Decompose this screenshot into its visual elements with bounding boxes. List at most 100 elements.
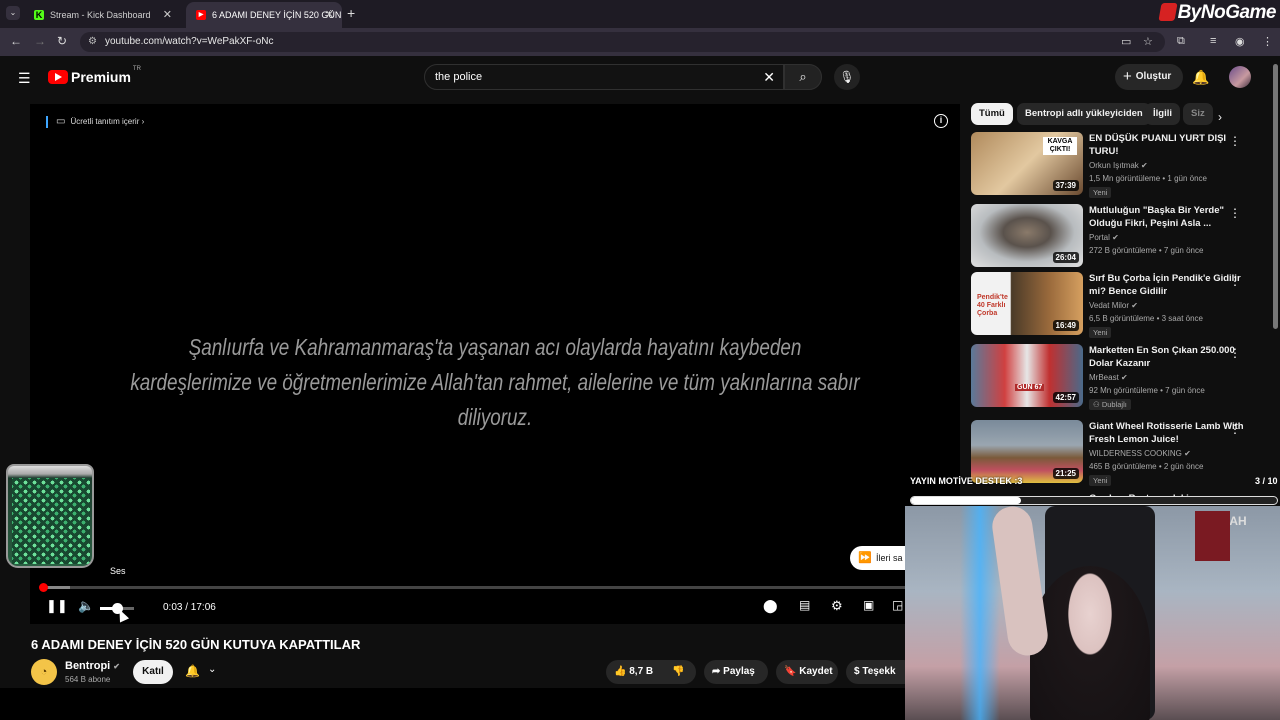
chip-all[interactable]: Tümü bbox=[971, 103, 1013, 125]
user-avatar[interactable] bbox=[1229, 66, 1251, 88]
subscription-bell-icon[interactable]: 🔔 bbox=[185, 664, 200, 678]
youtube-premium-logo[interactable]: Premium TR bbox=[48, 66, 141, 85]
notifications-bell-icon[interactable]: 🔔 bbox=[1192, 69, 1209, 86]
site-settings-icon[interactable]: ⚙ bbox=[88, 32, 97, 52]
channel-avatar[interactable]: ◔ bbox=[31, 659, 57, 685]
channel-name: WILDERNESS COOKING ✔ bbox=[1089, 449, 1191, 458]
forward-arrow-icon[interactable]: → bbox=[34, 34, 46, 48]
save-button[interactable]: 🔖 Kaydet bbox=[776, 660, 838, 684]
bookmark-star-icon[interactable]: ☆ bbox=[1143, 35, 1153, 48]
video-title: 6 ADAMI DENEY İÇİN 520 GÜN KUTUYA KAPATT… bbox=[31, 637, 361, 652]
verified-check-icon: ✔ bbox=[113, 662, 120, 671]
tab-youtube-video[interactable]: ▶ 6 ADAMI DENEY İÇİN 520 GÜN ✕ bbox=[186, 2, 342, 28]
subtitles-icon[interactable]: ▤ bbox=[799, 598, 810, 612]
share-button[interactable]: ➦ Paylaş bbox=[704, 660, 768, 684]
video-title: EN DÜŞÜK PUANLI YURT DIŞI TURU! bbox=[1089, 133, 1227, 157]
close-tab-icon[interactable]: ✕ bbox=[163, 8, 172, 21]
info-icon[interactable]: i bbox=[934, 114, 948, 128]
thumbs-down-icon[interactable]: 👎 bbox=[672, 660, 684, 684]
page-scrollbar[interactable] bbox=[1271, 56, 1280, 506]
address-bar[interactable]: ⚙ youtube.com/watch?v=WePakXF-oNc bbox=[80, 32, 1165, 52]
chevron-down-icon[interactable]: ⌄ bbox=[208, 664, 216, 675]
media-controls-icon[interactable]: ≡ bbox=[1210, 35, 1216, 47]
menu-kebab-icon[interactable]: ⋮ bbox=[1262, 35, 1273, 48]
clear-search-icon[interactable]: ✕ bbox=[763, 65, 775, 89]
voice-search-mic-icon[interactable]: 🎙 bbox=[834, 64, 860, 90]
search-input[interactable]: the police ✕ bbox=[424, 64, 784, 90]
like-button[interactable]: 👍 8,7 B 👎 bbox=[606, 660, 696, 684]
more-options-icon[interactable]: ⋮ bbox=[1229, 346, 1241, 360]
search-query: the police bbox=[435, 71, 483, 83]
volume-icon[interactable]: 🔈 bbox=[78, 598, 94, 614]
chip-from-uploader[interactable]: Bentropi adlı yükleyiciden bbox=[1017, 103, 1151, 125]
search-icon: ⌕ bbox=[799, 69, 807, 84]
video-thumbnail[interactable]: GÜN 67 42:57 bbox=[971, 344, 1083, 407]
reload-icon[interactable]: ↻ bbox=[57, 34, 67, 48]
stream-goal-count: 3 / 10 bbox=[1255, 476, 1278, 486]
video-player[interactable]: ▭ Ücretli tanıtım içerir › i Şanlıurfa ve… bbox=[30, 104, 960, 624]
create-button[interactable]: + Oluştur bbox=[1115, 64, 1183, 90]
video-thumbnail[interactable]: 21:25 bbox=[971, 420, 1083, 483]
back-arrow-icon[interactable]: ← bbox=[10, 34, 22, 48]
extensions-icon[interactable]: ⧉ bbox=[1177, 35, 1185, 48]
settings-gear-icon[interactable]: ⚙ bbox=[831, 598, 843, 614]
thumbnail-text: Pendik'te 40 Farklı Çorba bbox=[977, 294, 1008, 317]
more-options-icon[interactable]: ⋮ bbox=[1229, 422, 1241, 436]
video-duration: 26:04 bbox=[1052, 252, 1079, 263]
plus-icon: + bbox=[1123, 68, 1132, 85]
related-video[interactable]: Pendik'te 40 Farklı Çorba 16:49 Sırf Bu … bbox=[971, 272, 1267, 338]
youtube-favicon-icon: ▶ bbox=[196, 10, 206, 20]
more-options-icon[interactable]: ⋮ bbox=[1229, 274, 1241, 288]
video-title: Sırf Bu Çorba İçin Pendik'e Gidilir mi? … bbox=[1089, 273, 1241, 297]
bookmark-icon: 🔖 bbox=[784, 666, 797, 677]
verified-check-icon: ✔ bbox=[1131, 301, 1138, 310]
tab-search-dropdown-icon[interactable]: ⌄ bbox=[6, 6, 20, 20]
chip-related[interactable]: İlgili bbox=[1145, 103, 1180, 125]
miniplayer-icon[interactable]: ▣ bbox=[863, 598, 874, 612]
more-options-icon[interactable]: ⋮ bbox=[1229, 134, 1241, 148]
youtube-play-logo-icon bbox=[48, 70, 68, 84]
related-video[interactable]: KAVGA ÇIKTI! 37:39 EN DÜŞÜK PUANLI YURT … bbox=[971, 132, 1267, 198]
more-options-icon[interactable]: ⋮ bbox=[1229, 206, 1241, 220]
cast-icon[interactable]: ◲ bbox=[892, 598, 903, 612]
close-tab-icon[interactable]: ✕ bbox=[325, 8, 334, 21]
thanks-icon: $ bbox=[854, 666, 860, 677]
chip-for-you[interactable]: Siz bbox=[1183, 103, 1213, 125]
video-thumbnail[interactable]: KAVGA ÇIKTI! 37:39 bbox=[971, 132, 1083, 195]
video-meta: 272 B görüntüleme • 7 gün önce bbox=[1089, 246, 1204, 255]
video-thumbnail[interactable]: 26:04 bbox=[971, 204, 1083, 267]
join-button[interactable]: Katıl bbox=[133, 660, 173, 684]
profile-icon[interactable]: ◉ bbox=[1235, 35, 1245, 48]
share-arrow-icon: ➦ bbox=[712, 666, 721, 677]
verified-check-icon: ✔ bbox=[1184, 449, 1191, 458]
subscriber-count: 564 B abone bbox=[65, 675, 111, 684]
time-display: 0:03 / 17:06 bbox=[163, 602, 216, 613]
scrollbar-thumb[interactable] bbox=[1273, 64, 1278, 329]
dubbed-badge: ⚇ Dublajlı bbox=[1089, 399, 1131, 410]
pause-icon[interactable]: ❚❚ bbox=[46, 598, 68, 614]
bynogame-logo-icon bbox=[1157, 3, 1178, 21]
stream-goal-bar bbox=[910, 496, 1278, 505]
stream-goal-label: YAYIN MOTİVE DESTEK :3 bbox=[910, 476, 1023, 486]
related-video[interactable]: 26:04 Mutluluğun "Başka Bir Yerde" Olduğ… bbox=[971, 204, 1267, 270]
chips-next-chevron-icon[interactable]: › bbox=[1218, 110, 1222, 124]
thumbnail-text: KAVGA ÇIKTI! bbox=[1043, 137, 1077, 155]
channel-name[interactable]: Bentropi ✔ bbox=[65, 660, 120, 672]
hamburger-menu-icon[interactable]: ☰ bbox=[18, 70, 31, 87]
scrubber-handle[interactable] bbox=[38, 583, 48, 592]
progress-bar[interactable] bbox=[38, 583, 910, 592]
paid-promotion-label[interactable]: ▭ Ücretli tanıtım içerir › bbox=[46, 116, 144, 128]
bead-jar-overlay bbox=[6, 464, 94, 568]
cast-icon[interactable]: ▭ bbox=[1121, 35, 1131, 48]
video-frame-text: Şanlıurfa ve Kahramanmaraş'ta yaşanan ac… bbox=[130, 334, 860, 430]
autoplay-toggle-icon[interactable]: ⬤ bbox=[763, 598, 778, 614]
dubbed-icon: ⚇ bbox=[1093, 400, 1102, 409]
search-button[interactable]: ⌕ bbox=[784, 64, 822, 90]
chevron-right-icon: › bbox=[141, 117, 145, 126]
video-thumbnail[interactable]: Pendik'te 40 Farklı Çorba 16:49 bbox=[971, 272, 1083, 335]
video-duration: 21:25 bbox=[1052, 468, 1079, 479]
tab-kick-dashboard[interactable]: K Stream - Kick Dashboard ✕ bbox=[24, 2, 180, 28]
new-tab-button[interactable]: + bbox=[347, 5, 355, 21]
promotion-icon: ▭ bbox=[56, 116, 66, 127]
related-video[interactable]: GÜN 67 42:57 Marketten En Son Çıkan 250.… bbox=[971, 344, 1267, 410]
